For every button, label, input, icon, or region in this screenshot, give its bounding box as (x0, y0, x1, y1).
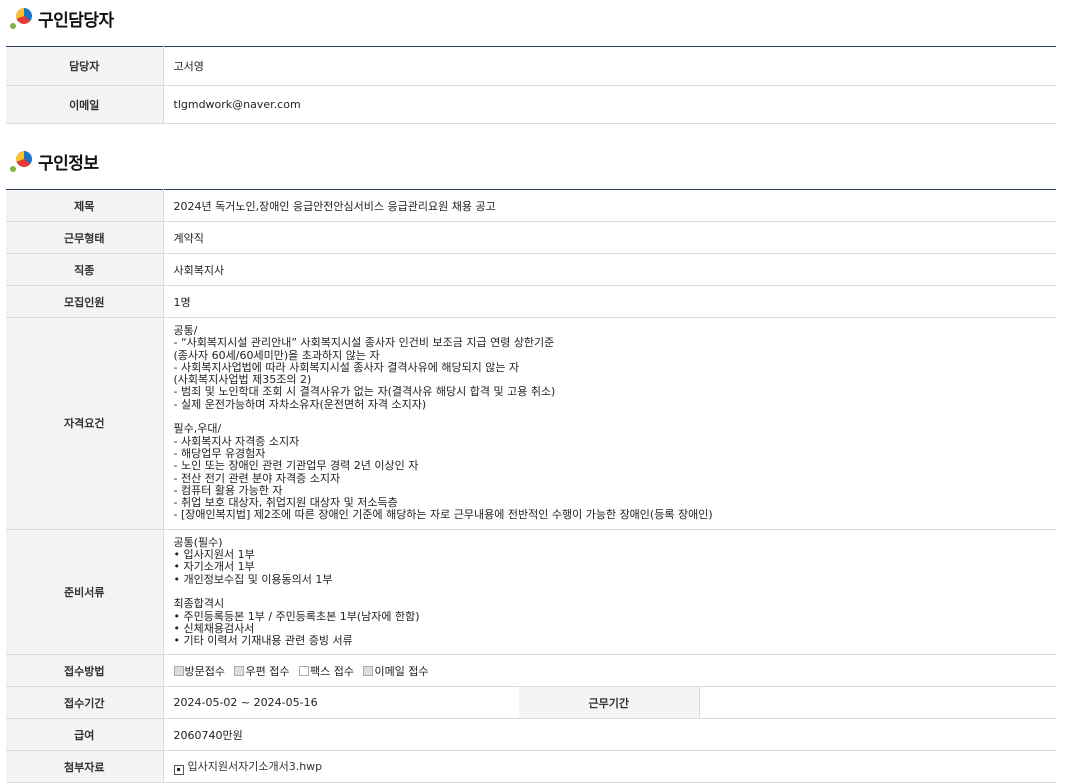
job-section-title: 구인정보 (10, 149, 99, 174)
work-period-value (699, 686, 1056, 720)
attachments-cell: ▪ 입사지원서자기소개서3.hwp (163, 750, 1056, 783)
title-label: 제목 (6, 189, 164, 222)
qualifications-value: 공통/ - “사회복지시설 관리안내” 사회복지시설 종사자 인건비 보조금 지… (163, 317, 1056, 530)
row-title: 제목 2024년 독거노인,장애인 응급안전안심서비스 응급관리요원 채용 공고 (6, 189, 1056, 222)
title-value: 2024년 독거노인,장애인 응급안전안심서비스 응급관리요원 채용 공고 (163, 189, 1056, 222)
headcount-label: 모집인원 (6, 285, 164, 318)
contact-table: 담당자 고서영 이메일 tlgmdwork@naver.com (6, 46, 1056, 124)
option-fax[interactable]: 팩스 접수 (298, 665, 354, 678)
row-documents: 준비서류 공통(필수) • 입사지원서 1부 • 자기소개서 1부 • 개인정보… (6, 529, 1056, 656)
option-visit[interactable]: 방문접수 (173, 665, 225, 678)
checkbox-visit[interactable] (173, 665, 184, 676)
contact-row-email: 이메일 tlgmdwork@naver.com (6, 85, 1056, 124)
contact-section-title-text: 구인담당자 (38, 11, 114, 31)
documents-label: 준비서류 (6, 529, 164, 656)
job-section-title-text: 구인정보 (38, 154, 99, 174)
row-application-period: 접수기간 2024-05-02 ~ 2024-05-16 근무기간 (6, 686, 1056, 720)
job-info-table: 제목 2024년 독거노인,장애인 응급안전안심서비스 응급관리요원 채용 공고… (6, 189, 1056, 783)
work-period-label: 근무기간 (519, 686, 700, 720)
documents-value: 공통(필수) • 입사지원서 1부 • 자기소개서 1부 • 개인정보수집 및 … (163, 529, 1056, 656)
contact-row-manager: 담당자 고서영 (6, 46, 1056, 86)
job-category-value: 사회복지사 (163, 253, 1056, 286)
row-employment-type: 근무형태 계약직 (6, 221, 1056, 254)
row-job-category: 직종 사회복지사 (6, 253, 1056, 286)
application-method-options: 방문접수 우편 접수 팩스 접수 이메일 접수 (163, 654, 1056, 688)
application-method-label: 접수방법 (6, 654, 164, 688)
attachment-file-link[interactable]: 입사지원서자기소개서3.hwp (188, 760, 323, 773)
application-period-value: 2024-05-02 ~ 2024-05-16 (163, 686, 519, 720)
employment-type-value: 계약직 (163, 221, 1056, 254)
row-salary: 급여 2060740만원 (6, 718, 1056, 752)
file-icon: ▪ (173, 765, 184, 776)
attachments-label: 첨부자료 (6, 750, 164, 783)
application-period-label: 접수기간 (6, 686, 164, 720)
contact-section-title: 구인담당자 (10, 6, 114, 31)
option-email[interactable]: 이메일 접수 (363, 665, 429, 678)
salary-label: 급여 (6, 718, 164, 752)
job-category-label: 직종 (6, 253, 164, 286)
checkbox-fax[interactable] (298, 665, 309, 676)
row-qualifications: 자격요건 공통/ - “사회복지시설 관리안내” 사회복지시설 종사자 인건비 … (6, 317, 1056, 530)
headcount-value: 1명 (163, 285, 1056, 318)
row-headcount: 모집인원 1명 (6, 285, 1056, 318)
qualifications-label: 자격요건 (6, 317, 164, 530)
salary-value: 2060740만원 (163, 718, 1056, 752)
checkbox-mail[interactable] (234, 665, 245, 676)
option-mail[interactable]: 우편 접수 (234, 665, 289, 678)
bullet-logo-icon (10, 7, 34, 31)
row-attachments: 첨부자료 ▪ 입사지원서자기소개서3.hwp (6, 750, 1056, 783)
email-label: 이메일 (6, 85, 164, 124)
row-application-method: 접수방법 방문접수 우편 접수 팩스 접수 이메일 접수 (6, 654, 1056, 688)
email-value: tlgmdwork@naver.com (163, 85, 1056, 124)
manager-label: 담당자 (6, 46, 164, 86)
manager-value: 고서영 (163, 46, 1056, 86)
bullet-logo-icon (10, 150, 34, 174)
employment-type-label: 근무형태 (6, 221, 164, 254)
checkbox-email[interactable] (363, 665, 374, 676)
